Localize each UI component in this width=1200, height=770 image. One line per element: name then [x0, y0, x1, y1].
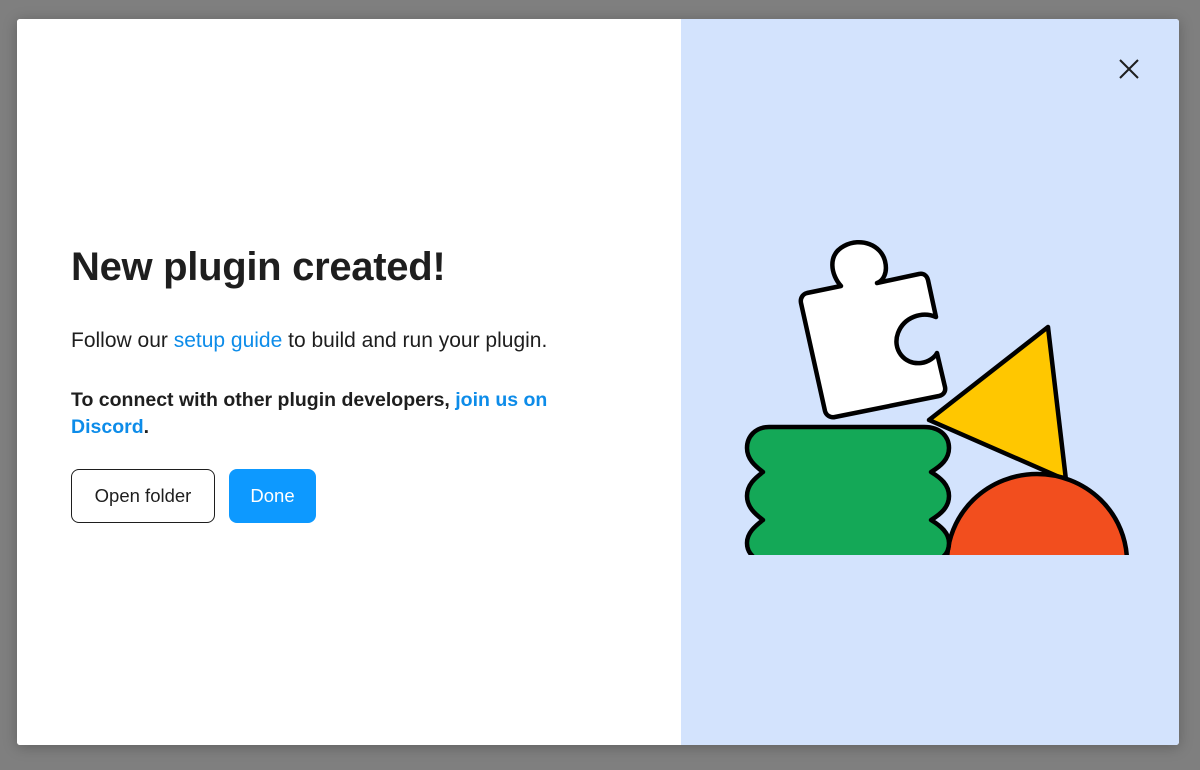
setup-text-before: Follow our	[71, 329, 174, 352]
close-button[interactable]	[1115, 55, 1143, 83]
connect-message: To connect with other plugin developers,…	[71, 387, 591, 441]
dialog-actions: Open folder Done	[71, 469, 631, 523]
illustration-panel	[681, 19, 1179, 745]
done-button[interactable]: Done	[229, 469, 316, 523]
plugin-created-dialog: New plugin created! Follow our setup gui…	[17, 19, 1179, 745]
setup-guide-link[interactable]: setup guide	[174, 329, 283, 352]
open-folder-button[interactable]: Open folder	[71, 469, 215, 523]
setup-instructions: Follow our setup guide to build and run …	[71, 327, 631, 355]
connect-end: .	[143, 416, 150, 438]
plugin-shapes-illustration	[744, 240, 1129, 555]
dialog-content-panel: New plugin created! Follow our setup gui…	[17, 19, 681, 745]
close-icon	[1119, 59, 1139, 79]
connect-text: To connect with other plugin developers,	[71, 389, 456, 411]
dialog-title: New plugin created!	[71, 245, 446, 289]
setup-text-after: to build and run your plugin.	[282, 329, 548, 352]
wavy-stack-shape	[744, 424, 952, 555]
semicircle-shape	[945, 471, 1129, 555]
triangle-shape	[926, 324, 1069, 483]
puzzle-piece-icon	[798, 240, 948, 420]
dialog-content: New plugin created! Follow our setup gui…	[71, 245, 631, 523]
